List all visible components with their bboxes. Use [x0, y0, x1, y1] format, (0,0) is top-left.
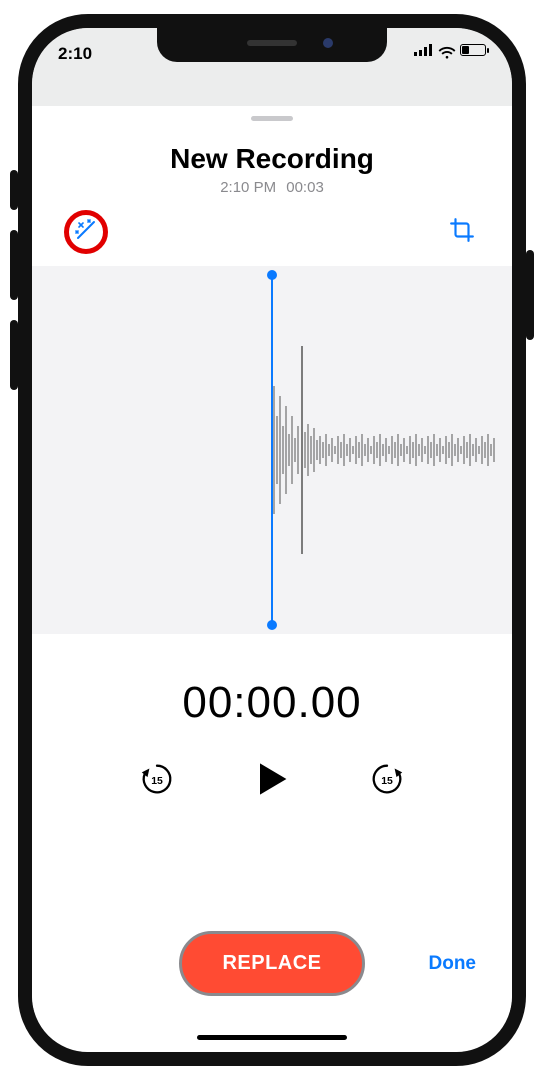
enhance-button[interactable]	[64, 210, 108, 254]
done-button[interactable]: Done	[429, 953, 477, 975]
edit-sheet: New Recording 2:10 PM 00:03	[32, 106, 512, 1052]
playback-timer: 00:00.00	[32, 678, 512, 728]
recording-subtitle: 2:10 PM 00:03	[32, 179, 512, 196]
transport-controls: 15 15	[32, 758, 512, 804]
crop-icon	[449, 217, 475, 248]
phone-volume-down	[10, 320, 18, 390]
phone-silence-switch	[10, 170, 18, 210]
wifi-icon	[438, 44, 454, 56]
status-time: 2:10	[58, 44, 92, 64]
battery-icon	[460, 44, 486, 56]
recording-duration: 00:03	[286, 179, 324, 196]
recording-title[interactable]: New Recording	[32, 143, 512, 175]
phone-volume-up	[10, 230, 18, 300]
recording-timestamp: 2:10 PM	[220, 179, 276, 196]
play-icon	[254, 761, 290, 802]
phone-power-button	[526, 250, 534, 340]
svg-text:15: 15	[151, 775, 163, 786]
waveform-area[interactable]	[32, 266, 512, 634]
waveform-icon	[272, 266, 512, 634]
svg-text:15: 15	[381, 775, 393, 786]
skip-back-15-icon: 15	[138, 760, 176, 803]
skip-forward-15-icon: 15	[368, 760, 406, 803]
skip-back-button[interactable]: 15	[137, 761, 177, 801]
sheet-grabber[interactable]	[251, 116, 293, 121]
phone-notch	[157, 28, 387, 62]
skip-forward-button[interactable]: 15	[367, 761, 407, 801]
replace-button[interactable]: REPLACE	[179, 931, 364, 996]
play-button[interactable]	[249, 758, 295, 804]
magic-wand-icon	[74, 218, 98, 247]
cellular-icon	[414, 44, 432, 56]
phone-frame: 2:10 New Recording 2:10 PM 00:03	[18, 14, 526, 1066]
trim-button[interactable]	[448, 218, 476, 246]
home-indicator[interactable]	[197, 1035, 347, 1040]
